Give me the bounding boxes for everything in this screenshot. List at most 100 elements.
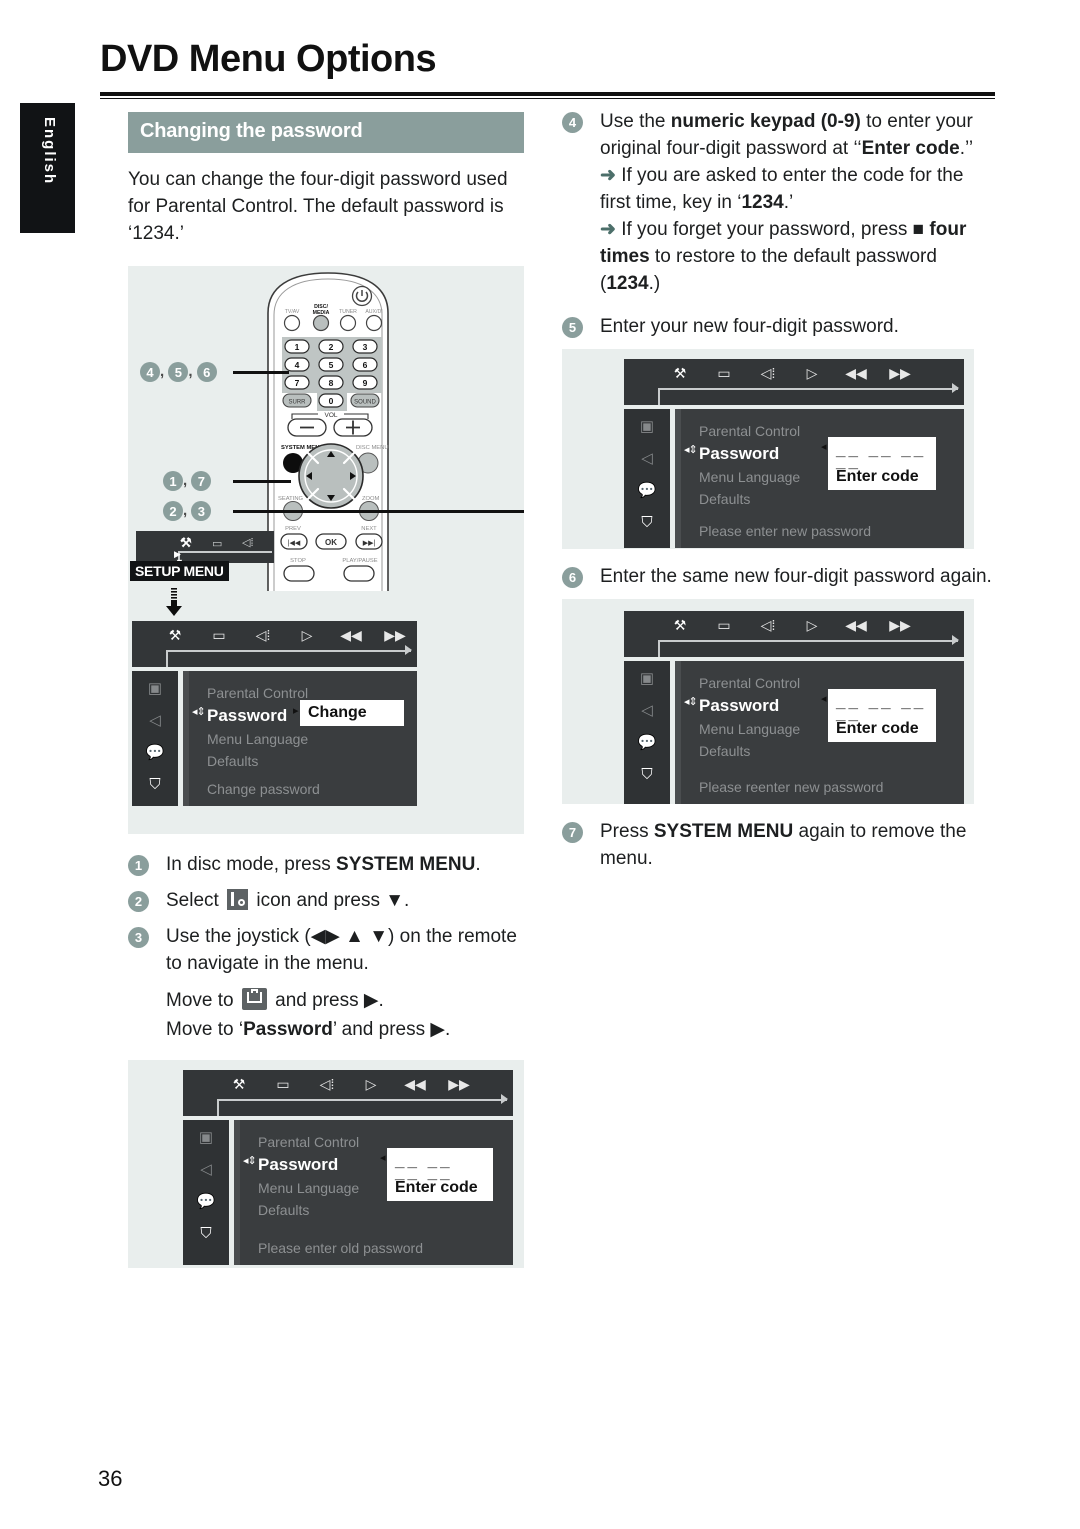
preference-case-icon[interactable]: ⛉: [200, 1226, 211, 1241]
osd-value-enter-code[interactable]: __ __ __ __ Enter code: [828, 437, 936, 490]
callout-number: 7: [191, 471, 212, 491]
setup-tools-icon[interactable]: ⚒: [153, 627, 197, 644]
svg-text:7: 7: [295, 378, 300, 388]
speaker-icon[interactable]: ◁: [200, 1162, 212, 1177]
preference-case-icon[interactable]: ⛉: [641, 767, 652, 782]
tv-screen-icon: ▭: [212, 538, 223, 550]
remote-illustration-panel: TV/AV DISC/ MEDIA TUNER AUX/DI 1 2 3 4 5…: [128, 266, 524, 834]
rewind-icon[interactable]: ◀◀: [834, 365, 878, 382]
osd-value-enter-code[interactable]: __ __ __ __ Enter code: [387, 1148, 493, 1201]
speaker-icon[interactable]: ◁⁞: [746, 617, 790, 634]
speaker-icon[interactable]: ◁⁞: [241, 627, 285, 644]
section-intro: You can change the four-digit password u…: [128, 169, 508, 244]
substep-move-to-password: Move to ‘Password’ and press ▶.: [128, 1015, 524, 1044]
step4-arrow1-b: .’: [783, 192, 794, 213]
rewind-icon[interactable]: ◀◀: [834, 617, 878, 634]
speaker-icon[interactable]: ◁: [641, 703, 653, 718]
osd-item-defaults[interactable]: Defaults: [240, 1199, 513, 1221]
play-icon[interactable]: ▷: [790, 365, 834, 382]
rewind-icon[interactable]: ◀◀: [393, 1076, 437, 1093]
step-7: 7 Press SYSTEM MENU again to remove the …: [562, 818, 996, 872]
step-number: 6: [562, 567, 583, 588]
substep-text-tail: ’ and press ▶.: [332, 1019, 451, 1040]
rewind-icon[interactable]: ◀◀: [329, 627, 373, 644]
svg-text:TUNER: TUNER: [339, 309, 357, 315]
osd-underline: [658, 635, 959, 645]
enter-code-label: Enter code: [836, 720, 919, 737]
osd-top-bar: ⚒ ▭ ◁⁞ ▷ ◀◀ ▶▶: [132, 621, 417, 667]
play-icon[interactable]: ▷: [285, 627, 329, 644]
subtitle-icon[interactable]: 💬: [638, 483, 657, 498]
stop-square-icon: ■: [912, 219, 925, 240]
step-5: 5 Enter your new four-digit password.: [562, 313, 996, 340]
osd-selector-icon: ◂⇕: [243, 1155, 257, 1167]
step-number: 5: [562, 317, 583, 338]
step4-bold-entercode: Enter code: [861, 138, 960, 159]
step4-c: .’’: [959, 138, 974, 159]
forward-icon[interactable]: ▶▶: [373, 627, 417, 644]
preference-case-icon[interactable]: ⛉: [641, 515, 652, 530]
osd-menu-list: Parental Control ◂⇕ Password Menu Langua…: [189, 671, 417, 806]
callout-leader-line: [233, 480, 291, 483]
subtitle-icon[interactable]: 💬: [197, 1194, 216, 1209]
svg-text:SURR: SURR: [288, 400, 306, 406]
subtitle-icon[interactable]: 💬: [638, 735, 657, 750]
tv-screen-icon[interactable]: ▭: [702, 365, 746, 382]
disc-icon[interactable]: ▣: [148, 681, 162, 696]
forward-icon[interactable]: ▶▶: [878, 617, 922, 634]
step4-arrow2-bold2: 1234: [606, 273, 649, 294]
disc-icon[interactable]: ▣: [640, 419, 654, 434]
play-icon[interactable]: ▷: [790, 617, 834, 634]
setup-menu-label: SETUP MENU: [130, 561, 229, 581]
step-number: 3: [128, 927, 149, 948]
osd-body: ▣ ◁ 💬 ⛉ Parental Control ◂⇕ Password Men…: [183, 1120, 513, 1265]
play-icon[interactable]: ▷: [349, 1076, 393, 1093]
tv-screen-icon[interactable]: ▭: [261, 1076, 305, 1093]
callout-number: 4: [140, 362, 160, 382]
osd-underline: [178, 551, 272, 553]
callout-leader-line: [233, 510, 524, 513]
osd-body: ▣ ◁ 💬 ⛉ Parental Control ◂⇕ Password Men…: [624, 661, 964, 804]
forward-icon[interactable]: ▶▶: [878, 365, 922, 382]
svg-text:ZOOM: ZOOM: [362, 496, 380, 502]
language-tab: English: [20, 103, 75, 233]
osd-value-change[interactable]: Change: [300, 700, 404, 726]
osd-item-menu-language[interactable]: Menu Language: [189, 728, 417, 750]
step-number: 2: [128, 891, 149, 912]
password-dashes: __ __ __ __: [395, 1151, 453, 1182]
enter-old-password-panel: ⚒ ▭ ◁⁞ ▷ ◀◀ ▶▶ ▣ ◁ 💬 ⛉ Parental Control …: [128, 1060, 524, 1268]
osd-item-defaults[interactable]: Defaults: [189, 750, 417, 772]
forward-icon[interactable]: ▶▶: [437, 1076, 481, 1093]
svg-text:TV/AV: TV/AV: [285, 309, 300, 315]
callout-number: 3: [191, 501, 212, 521]
setup-tools-icon[interactable]: ⚒: [658, 617, 702, 634]
setup-tools-icon[interactable]: ⚒: [658, 365, 702, 382]
setup-menu-icon: [227, 889, 249, 910]
callout-number: 2: [163, 501, 183, 521]
speaker-icon[interactable]: ◁: [149, 713, 161, 728]
joystick-callout: 2, 3: [163, 501, 212, 521]
step-text: Press: [600, 821, 654, 842]
osd-value-caret-icon: ◂: [821, 693, 827, 705]
osd-item-defaults[interactable]: Defaults: [681, 740, 964, 762]
setup-tools-icon[interactable]: ⚒: [217, 1076, 261, 1093]
preference-case-icon[interactable]: ⛉: [149, 777, 160, 792]
step-number: 1: [128, 855, 149, 876]
tv-screen-icon[interactable]: ▭: [702, 617, 746, 634]
osd-selector-icon: ◂⇕: [684, 696, 698, 708]
osd-item-defaults[interactable]: Defaults: [681, 488, 964, 510]
disc-icon[interactable]: ▣: [640, 671, 654, 686]
disc-icon[interactable]: ▣: [199, 1130, 213, 1145]
osd-underline: [658, 383, 959, 393]
step4-bold-keypad: numeric keypad (0-9): [670, 111, 861, 132]
step-2: 2 Select icon and press ▼.: [128, 887, 524, 914]
osd-value-enter-code[interactable]: __ __ __ __ Enter code: [828, 689, 936, 742]
speaker-icon[interactable]: ◁⁞: [305, 1076, 349, 1093]
speaker-icon[interactable]: ◁: [641, 451, 653, 466]
osd-side-rail: ▣ ◁ 💬 ⛉: [624, 409, 670, 548]
speaker-icon[interactable]: ◁⁞: [746, 365, 790, 382]
tv-screen-icon[interactable]: ▭: [197, 627, 241, 644]
callout-number: 1: [163, 471, 183, 491]
subtitle-icon[interactable]: 💬: [146, 745, 165, 760]
substep-move-to-case: Move to and press ▶.: [128, 986, 524, 1015]
